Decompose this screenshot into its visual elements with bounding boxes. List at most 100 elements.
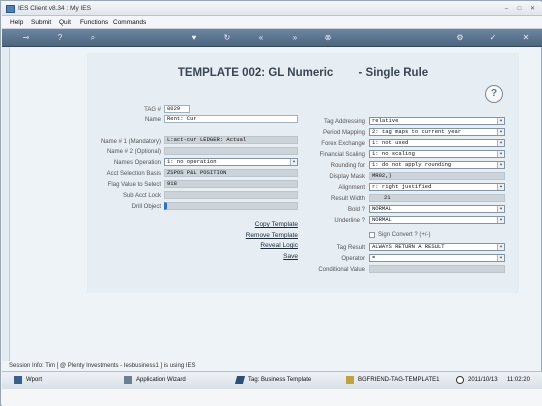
sign-convert-label: Sign Convert ? (+/-) [378, 232, 431, 238]
name2-field[interactable] [164, 147, 298, 155]
chevron-down-icon[interactable]: ▾ [497, 118, 504, 124]
chevron-down-icon[interactable]: ▾ [497, 129, 504, 135]
financial-scaling-select[interactable]: 1: no scaling ▾ [369, 150, 505, 158]
bold-label: Bold ? [347, 207, 365, 213]
tag-result-value: ALWAYS RETURN A RESULT [372, 243, 445, 250]
help-icon[interactable]: ? [54, 32, 66, 44]
name1-field[interactable]: L:act-cur LEDGER: Actual [164, 136, 298, 144]
template-subtitle: - Single Rule [358, 67, 429, 79]
name1-label: Name # 1 (Mandatory) [100, 139, 161, 145]
tag-icon [234, 376, 246, 384]
template-title: TEMPLATE 002: GL Numeric [177, 67, 334, 79]
display-mask-field[interactable]: MR02,) [369, 172, 505, 180]
menu-submit[interactable]: Submit [31, 19, 51, 26]
alignment-value: r: right justified [372, 183, 432, 190]
settings-icon[interactable]: ⚙ [454, 32, 466, 44]
forex-exchange-select[interactable]: 1: not used ▾ [369, 139, 505, 147]
acct-selection-field[interactable]: ZSPOS P&L POSITION [164, 169, 298, 177]
tag-addressing-select[interactable]: relative ▾ [369, 117, 505, 125]
time-display: 11:02:20 [507, 377, 530, 383]
task-bgfriend-template[interactable]: BGFRIEND-TAG-TEMPLATE1 [358, 377, 439, 383]
menu-bar: Help Submit Quit Functions Commands [2, 16, 542, 29]
conditional-value-label: Conditional Value [318, 267, 365, 273]
session-info: Session Info: Tim [ @ Plenty Investments… [9, 363, 196, 369]
alignment-select[interactable]: r: right justified ▾ [369, 183, 505, 191]
tag-addressing-value: relative [372, 117, 399, 124]
flag-value-field[interactable]: 918 [164, 180, 298, 188]
name-label: Name [144, 117, 161, 123]
result-width-field[interactable]: 21 [369, 194, 505, 202]
search-icon[interactable]: ⌕ [87, 32, 99, 44]
window-footer [2, 389, 542, 406]
operator-label: Operator [341, 256, 365, 262]
refresh-icon[interactable]: ↻ [221, 32, 233, 44]
bold-value: NORMAL [372, 205, 392, 212]
period-mapping-select[interactable]: 2: tag maps to current year ▾ [369, 128, 505, 136]
rounding-for-label: Rounding for [330, 163, 365, 169]
chevron-down-icon[interactable]: ▾ [497, 162, 504, 168]
forex-exchange-label: Forex Exchange [321, 141, 365, 147]
menu-quit[interactable]: Quit [59, 19, 71, 26]
wizard-icon [124, 376, 132, 384]
sign-convert-checkbox[interactable] [369, 232, 375, 238]
sub-acct-lock-field[interactable] [164, 191, 298, 199]
underline-select[interactable]: NORMAL ▾ [369, 216, 505, 224]
names-operation-select[interactable]: 1: no operation ▾ [164, 158, 298, 166]
app-icon [6, 5, 15, 13]
clock-icon [456, 376, 464, 384]
task-business-template[interactable]: Tag: Business Template [248, 377, 311, 383]
close-window-icon[interactable]: ✕ [528, 5, 537, 13]
close-icon[interactable]: ✕ [520, 32, 532, 44]
chevron-down-icon[interactable]: ▾ [497, 140, 504, 146]
title-bar: IES Client v8.34 : My IES – □ ✕ [2, 2, 542, 16]
bold-select[interactable]: NORMAL ▾ [369, 205, 505, 213]
close-circle-icon[interactable]: ⊗ [322, 32, 334, 44]
display-mask-label: Display Mask [329, 174, 365, 180]
rounding-for-select[interactable]: 1: do not apply rounding ▾ [369, 161, 505, 169]
fast-forward-icon[interactable]: » [289, 32, 301, 44]
check-circle-icon[interactable]: ✓ [487, 32, 499, 44]
names-operation-value: 1: no operation [167, 158, 217, 165]
tag-no-field[interactable]: 0029 [164, 105, 190, 113]
remove-template-link[interactable]: Remove Template [228, 232, 298, 239]
menu-commands[interactable]: Commands [113, 19, 146, 26]
sub-acct-lock-label: Sub Acct Lock [122, 193, 161, 199]
alignment-label: Alignment [338, 185, 365, 191]
date-display: 2011/10/13 [468, 377, 498, 383]
chevron-down-icon[interactable]: ▾ [497, 217, 504, 223]
chevron-down-icon[interactable]: ▾ [497, 206, 504, 212]
heart-icon[interactable]: ♥ [188, 32, 200, 44]
rewind-icon[interactable]: « [255, 32, 267, 44]
key-icon[interactable]: ⊸ [17, 32, 35, 44]
financial-scaling-value: 1: no scaling [372, 150, 415, 157]
name2-label: Name # 2 (Optional) [106, 149, 161, 155]
taskbar: Wport Application Wizard Tag: Business T… [2, 371, 542, 389]
tag-result-select[interactable]: ALWAYS RETURN A RESULT ▾ [369, 243, 505, 251]
operator-value: = [372, 254, 376, 261]
operator-select[interactable]: = ▾ [369, 254, 505, 262]
task-application-wizard[interactable]: Application Wizard [136, 377, 186, 383]
menu-functions[interactable]: Functions [80, 19, 108, 26]
wport-icon [14, 376, 22, 384]
minimize-icon[interactable]: – [502, 5, 511, 13]
tag-no-label: TAG # [144, 107, 161, 113]
chevron-down-icon[interactable]: ▾ [497, 151, 504, 157]
chevron-down-icon[interactable]: ▾ [497, 255, 504, 261]
conditional-value-field[interactable] [369, 265, 505, 273]
rounding-for-value: 1: do not apply rounding [372, 161, 452, 168]
underline-value: NORMAL [372, 216, 392, 223]
period-mapping-value: 2: tag maps to current year [372, 128, 462, 135]
name-field[interactable]: Rent: Cur [164, 115, 298, 123]
page-title: TEMPLATE 002: GL Numeric - Single Rule [87, 67, 519, 79]
help-button[interactable]: ? [485, 85, 503, 103]
menu-help[interactable]: Help [10, 19, 23, 26]
task-wport[interactable]: Wport [26, 377, 42, 383]
financial-scaling-label: Financial Scaling [319, 152, 365, 158]
maximize-icon[interactable]: □ [515, 5, 524, 13]
chevron-down-icon[interactable]: ▾ [497, 244, 504, 250]
app-window: IES Client v8.34 : My IES – □ ✕ Help Sub… [0, 0, 542, 406]
template-icon [346, 376, 354, 384]
drill-object-field[interactable] [164, 202, 298, 210]
acct-selection-label: Acct Selection Basis [106, 171, 161, 177]
chevron-down-icon[interactable]: ▾ [497, 184, 504, 190]
